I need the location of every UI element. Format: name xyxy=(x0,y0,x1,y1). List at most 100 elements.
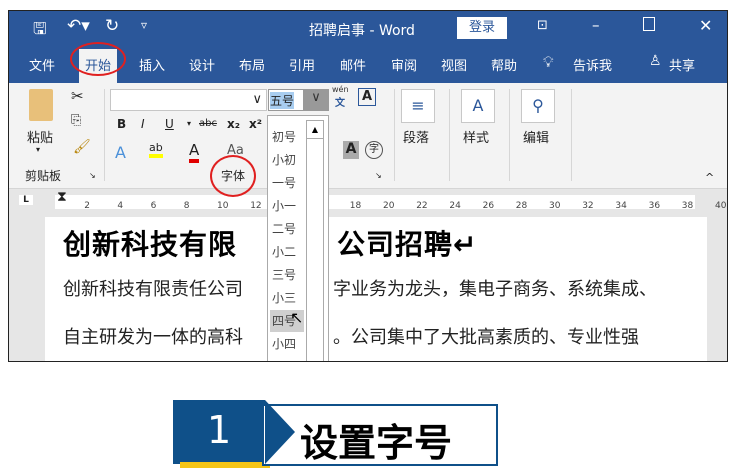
font-color-button[interactable]: A xyxy=(189,141,200,163)
scroll-up-icon[interactable]: ▲ xyxy=(307,121,323,139)
tab-design[interactable]: 设计 xyxy=(189,55,215,74)
paragraph-button[interactable]: 段落 xyxy=(403,127,429,146)
font-size-input[interactable]: 五号 ∨ xyxy=(268,89,329,111)
align-icon[interactable]: ≡ xyxy=(401,89,435,123)
undo-icon[interactable]: ↶▾ xyxy=(67,16,90,36)
tab-review[interactable]: 审阅 xyxy=(391,55,417,74)
copy-icon[interactable]: ⎘ xyxy=(71,113,81,128)
scrollbar[interactable]: ▲ xyxy=(306,120,324,361)
heading-left: 创新科技有限 xyxy=(63,228,238,261)
ruler-number: 30 xyxy=(549,201,561,211)
tell-me[interactable]: 告诉我 xyxy=(573,55,612,74)
search-icon[interactable]: ⚲ xyxy=(521,89,555,123)
bold-button[interactable]: B xyxy=(117,117,126,131)
font-name-input[interactable]: ∨ xyxy=(110,89,267,111)
title-bar: 🖫 ↶▾ ↻ ▿ 招聘启事 - Word 登录 ⊡ – ✕ xyxy=(9,11,727,45)
ribbon-display-icon[interactable]: ⊡ xyxy=(537,18,548,33)
ruler-number: 34 xyxy=(615,201,627,211)
styles-button[interactable]: 样式 xyxy=(463,127,489,146)
italic-button[interactable]: I xyxy=(141,117,145,131)
font-size-option[interactable]: 一号 xyxy=(270,172,304,194)
underline-dropdown-icon[interactable]: ▾ xyxy=(187,119,191,128)
format-painter-icon[interactable]: 🖌︎ xyxy=(73,139,91,155)
enclose-characters-button[interactable]: 字 xyxy=(365,141,383,159)
font-size-option[interactable]: 五号 xyxy=(270,356,304,361)
save-icon[interactable]: 🖫 xyxy=(33,18,47,45)
paste-icon[interactable] xyxy=(29,89,53,121)
font-size-dropdown-list[interactable]: ▲ 初号小初一号小一二号小二三号小三四号小四五号↖ xyxy=(267,115,329,361)
font-size-option[interactable]: 初号 xyxy=(270,126,304,148)
customize-icon[interactable]: ▿ xyxy=(141,18,147,32)
ruler-number: 12 xyxy=(250,201,262,211)
editing-button[interactable]: 编辑 xyxy=(523,127,549,146)
tab-mailings[interactable]: 邮件 xyxy=(340,55,366,74)
character-shading-button[interactable]: A xyxy=(343,141,359,159)
ruler-number: 36 xyxy=(648,201,661,211)
ruler-number: 32 xyxy=(582,201,594,211)
step-label: 设置字号 xyxy=(300,421,453,465)
highlight-icon[interactable]: ab xyxy=(149,141,163,158)
tab-insert[interactable]: 插入 xyxy=(139,55,165,74)
maximize-icon[interactable] xyxy=(643,17,655,31)
font-size-dropdown-button[interactable]: ∨ xyxy=(303,90,329,110)
paste-button[interactable]: 粘贴 xyxy=(27,127,53,146)
font-size-option[interactable]: 小三 xyxy=(270,287,304,309)
subscript-button[interactable]: x₂ xyxy=(227,117,240,131)
font-size-value[interactable]: 五号 xyxy=(270,92,295,109)
ruler-number: 18 xyxy=(349,201,362,211)
ruler-number: 26 xyxy=(482,201,495,211)
paste-dropdown-icon[interactable]: ▾ xyxy=(36,145,40,154)
ruler-number: 28 xyxy=(515,201,528,211)
font-size-option[interactable]: 小四 xyxy=(270,333,304,355)
share-button[interactable]: 共享 xyxy=(669,55,695,74)
ruler-number: 20 xyxy=(383,201,395,211)
underline-button[interactable]: U xyxy=(165,117,174,131)
tab-stop-selector[interactable]: L xyxy=(19,195,33,205)
step-label-box: 设置字号 xyxy=(262,404,498,466)
share-icon: ♙ xyxy=(649,53,662,69)
character-border-button[interactable]: A xyxy=(358,88,376,106)
minimize-icon[interactable]: – xyxy=(592,16,600,34)
redo-icon[interactable]: ↻ xyxy=(105,16,119,36)
ruler-number: 6 xyxy=(150,201,157,211)
text-effects-button[interactable]: A xyxy=(115,143,126,162)
badge-accent xyxy=(180,462,270,468)
tab-file[interactable]: 文件 xyxy=(29,55,55,74)
heading-right: 公司招聘↵ xyxy=(337,228,478,261)
font-size-option[interactable]: 小一 xyxy=(270,195,304,217)
body-line-1-left: 创新科技有限责任公司 xyxy=(63,279,243,300)
ruler-number: 22 xyxy=(416,201,428,211)
close-icon[interactable]: ✕ xyxy=(699,16,712,35)
phonetic-guide-button[interactable]: wén xyxy=(332,85,349,94)
font-size-option[interactable]: 小初 xyxy=(270,149,304,171)
tab-references[interactable]: 引用 xyxy=(289,55,315,74)
login-button[interactable]: 登录 xyxy=(457,17,507,39)
strikethrough-button[interactable]: abc xyxy=(199,118,217,129)
font-size-option[interactable]: 三号 xyxy=(270,264,304,286)
tab-view[interactable]: 视图 xyxy=(441,55,467,74)
dialog-launcher-icon[interactable]: ↘ xyxy=(89,171,96,180)
document-page[interactable]: 创新科技有限 公司招聘↵ 创新科技有限责任公司 字业务为龙头，集电子商务、系统集… xyxy=(45,217,707,361)
ruler-number: 40 xyxy=(715,201,727,211)
dialog-launcher-icon[interactable]: ↘ xyxy=(375,171,382,180)
step-number: 1 xyxy=(207,408,232,452)
lightbulb-icon: 💡︎ xyxy=(543,53,554,71)
phonetic-char: 文 xyxy=(335,98,345,109)
body-line-1-right: 字业务为龙头，集电子商务、系统集成、 xyxy=(333,279,657,300)
chevron-down-icon[interactable]: ∨ xyxy=(252,92,262,107)
font-size-option[interactable]: 二号 xyxy=(270,218,304,240)
indent-marker[interactable]: ⧗ xyxy=(57,189,67,205)
cut-icon[interactable]: ✂ xyxy=(71,87,84,105)
ruler-number: 24 xyxy=(449,201,461,211)
superscript-button[interactable]: x² xyxy=(249,117,262,131)
tab-layout[interactable]: 布局 xyxy=(239,55,265,74)
styles-icon[interactable]: A xyxy=(461,89,495,123)
ruler-number: 10 xyxy=(217,201,229,211)
collapse-ribbon-icon[interactable]: ^ xyxy=(705,171,714,184)
font-size-option[interactable]: 小二 xyxy=(270,241,304,263)
tab-help[interactable]: 帮助 xyxy=(491,55,517,74)
step-badge: 1 xyxy=(173,400,265,464)
annotation-circle xyxy=(210,155,256,197)
mouse-cursor-icon: ↖ xyxy=(290,308,304,327)
body-line-2-right: 。公司集中了大批高素质的、专业性强 xyxy=(333,327,639,348)
